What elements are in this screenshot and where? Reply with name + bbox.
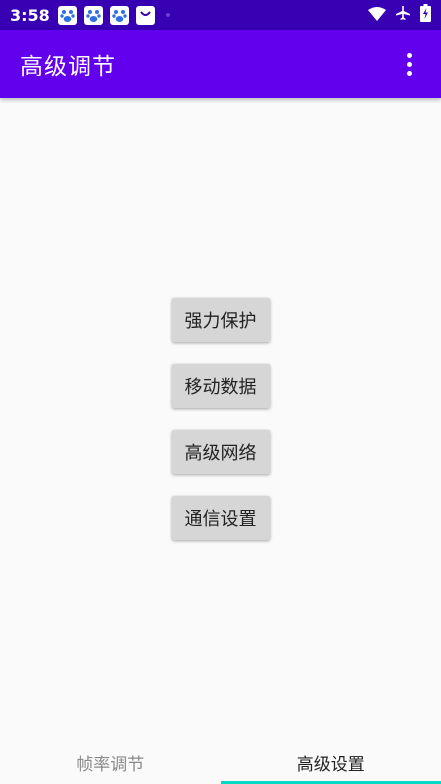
battery-charging-icon [420, 4, 431, 26]
notification-dot-icon [165, 13, 170, 17]
overflow-menu-icon[interactable] [397, 44, 421, 84]
status-bar: 3:58 [0, 0, 441, 30]
tab-frame-rate[interactable]: 帧率调节 [0, 740, 221, 784]
advanced-network-button[interactable]: 高级网络 [171, 430, 270, 474]
baidu-paw-icon [57, 5, 77, 25]
tab-label: 高级设置 [296, 754, 365, 775]
baidu-paw-icon [109, 5, 129, 25]
baidu-paw-icon [83, 5, 103, 25]
wifi-icon [368, 6, 386, 25]
app-bar: 高级调节 [0, 30, 441, 98]
status-time: 3:58 [10, 5, 50, 25]
tab-advanced-settings[interactable]: 高级设置 [220, 740, 441, 784]
bottom-tab-bar: 帧率调节 高级设置 [0, 740, 441, 784]
mobile-data-button[interactable]: 移动数据 [171, 364, 270, 408]
shopping-bag-icon [135, 5, 155, 25]
strong-protection-button[interactable]: 强力保护 [171, 298, 270, 342]
system-status-icons [368, 4, 431, 26]
app-title: 高级调节 [20, 54, 116, 80]
tab-label: 帧率调节 [76, 754, 145, 775]
communication-settings-button[interactable]: 通信设置 [171, 496, 270, 540]
main-content: 强力保护 移动数据 高级网络 通信设置 [0, 98, 441, 740]
airplane-mode-icon [395, 5, 411, 25]
